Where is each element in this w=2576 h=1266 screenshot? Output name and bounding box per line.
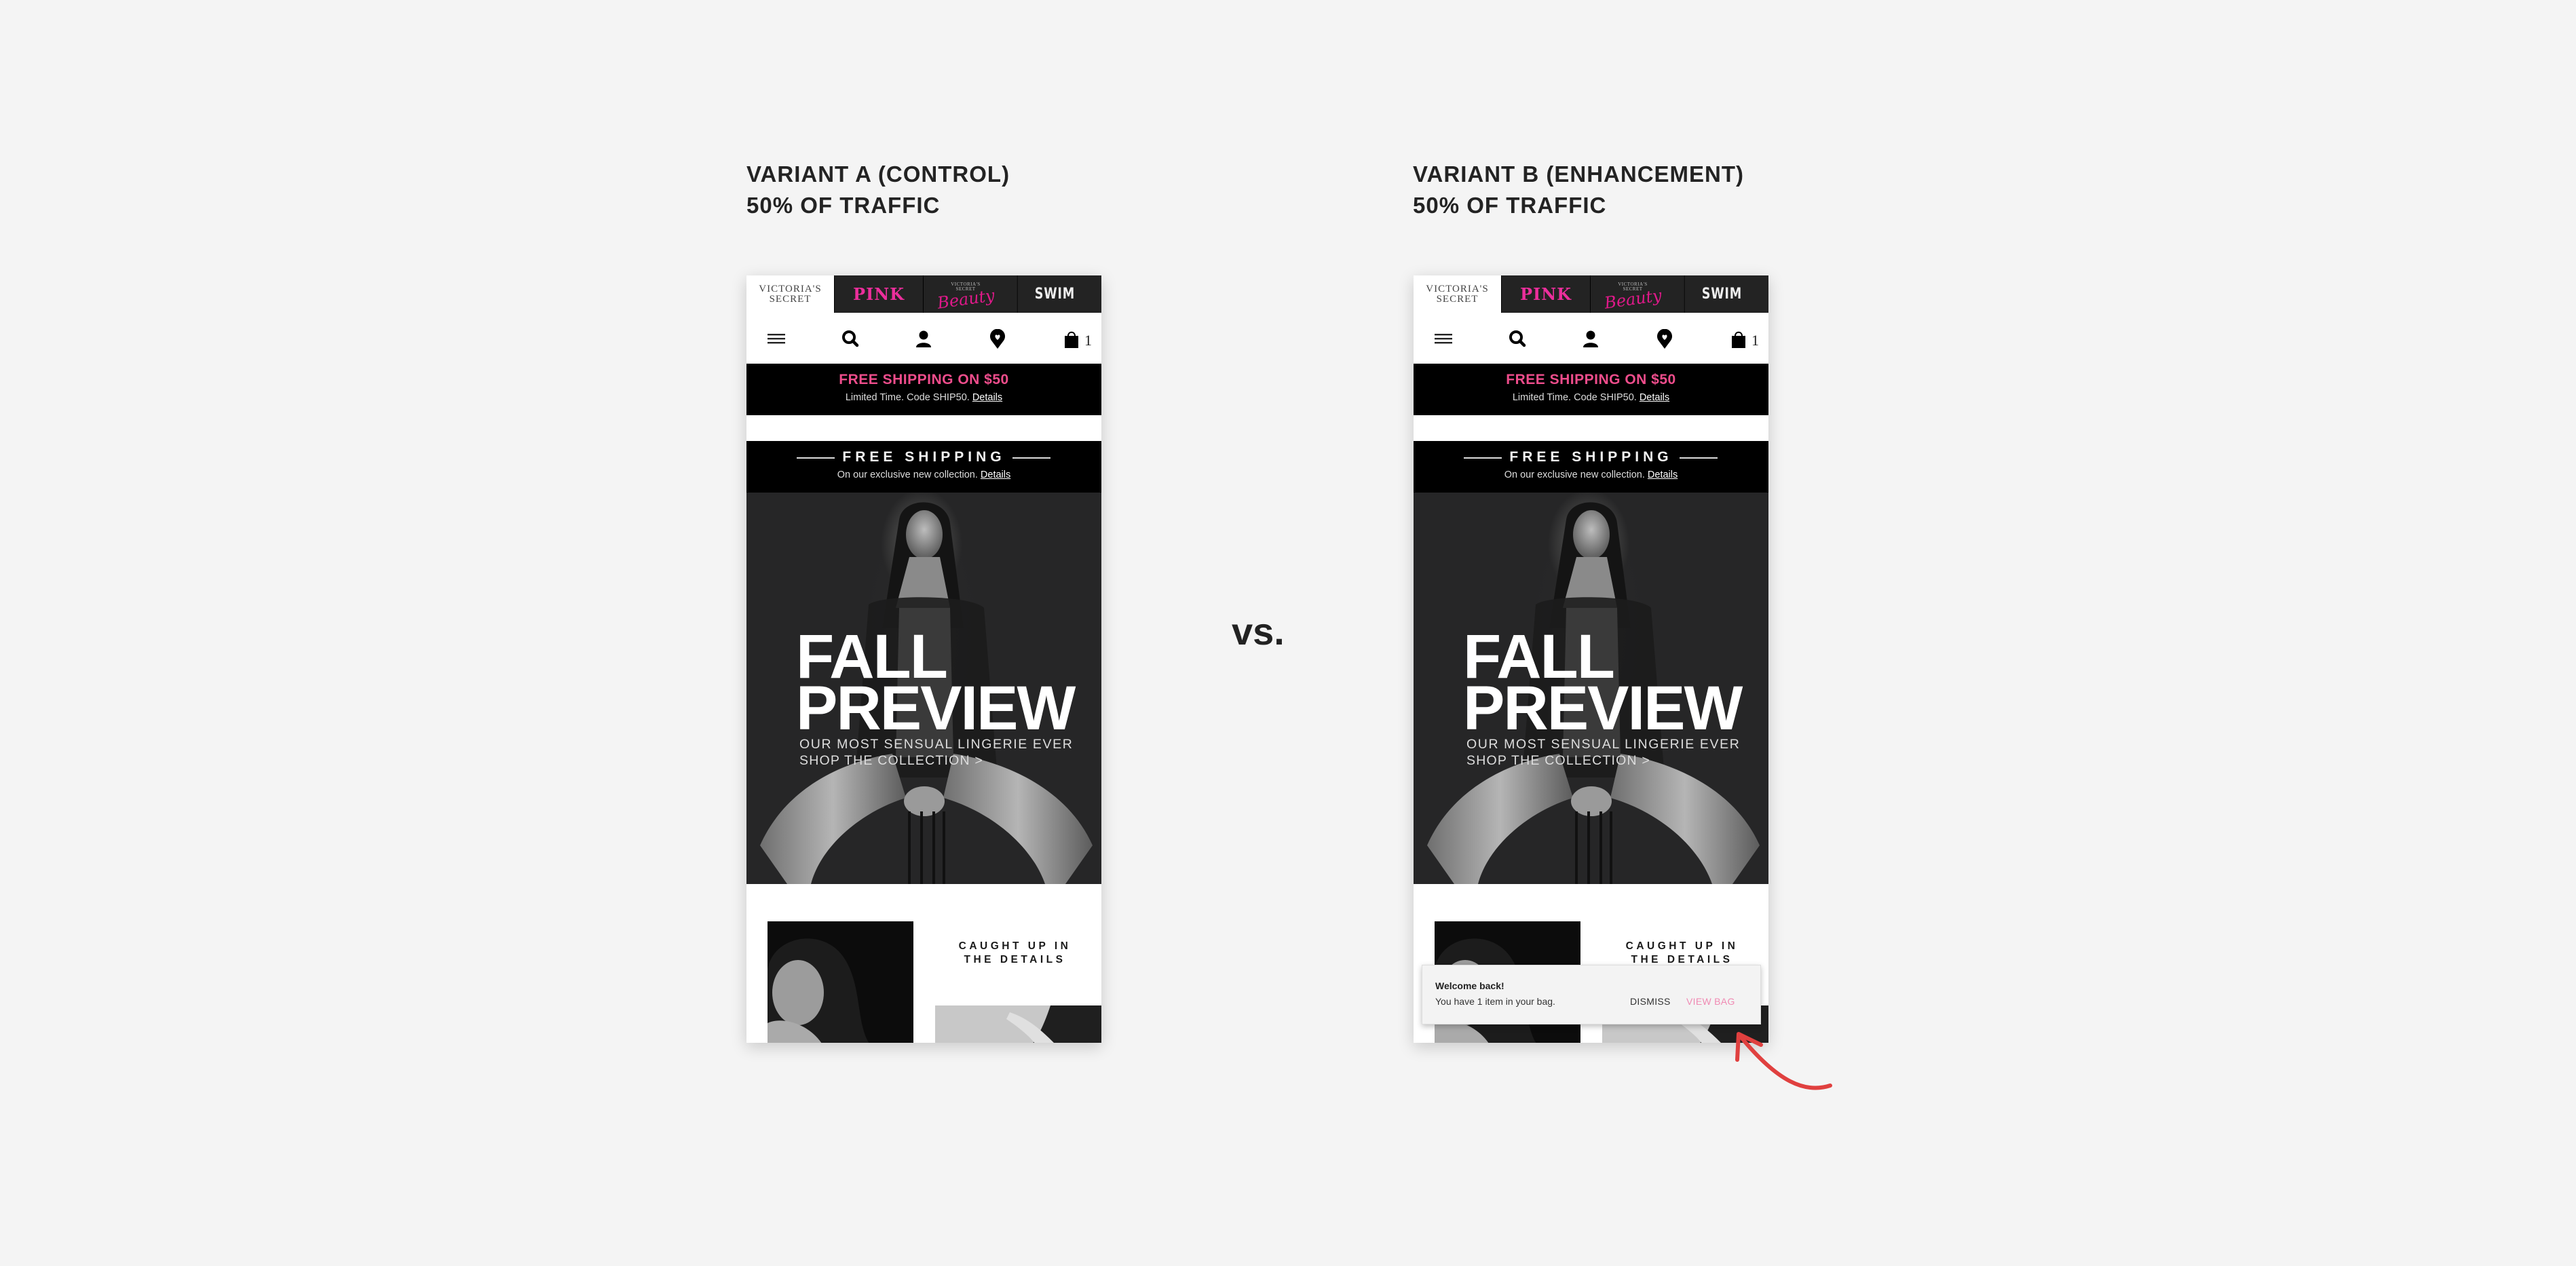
- store-locator-icon[interactable]: [1654, 329, 1675, 349]
- toast-message: You have 1 item in your bag.: [1435, 996, 1555, 1007]
- variant-b-phone-mockup: VICTORIA'S SECRET PINK VICTORIA'S SECRET…: [1414, 275, 1768, 1043]
- variant-b-title: VARIANT B (ENHANCEMENT): [1413, 161, 1745, 187]
- free-shipping-subtitle: On our exclusive new collection. Details: [1414, 469, 1768, 480]
- promo-banner: FREE SHIPPING ON $50 Limited Time. Code …: [746, 364, 1101, 415]
- promo-subtitle-text: Limited Time. Code SHIP50.: [1512, 392, 1637, 403]
- brand-tab-swim[interactable]: SWIM: [1017, 275, 1092, 313]
- hero-banner[interactable]: FALL PREVIEW OUR MOST SENSUAL LINGERIE E…: [1414, 493, 1768, 884]
- section-heading: CAUGHT UP IN THE DETAILS: [928, 940, 1101, 967]
- hamburger-menu-icon[interactable]: [1433, 329, 1454, 349]
- promo-details-link[interactable]: Details: [972, 392, 1002, 403]
- bag-count: 1: [1084, 332, 1092, 349]
- brand-beauty-script: Beauty: [936, 285, 996, 313]
- variant-b-header: VARIANT B (ENHANCEMENT) 50% OF TRAFFIC: [1413, 159, 1744, 221]
- divider-right: [1680, 457, 1718, 459]
- portrait-photo: [768, 938, 869, 1043]
- store-locator-icon[interactable]: [987, 329, 1008, 349]
- shop-collection-link[interactable]: SHOP THE COLLECTION >: [799, 753, 983, 769]
- detail-photo: [935, 1005, 1054, 1043]
- account-icon[interactable]: [1580, 329, 1601, 349]
- spacer: [1414, 415, 1768, 441]
- brand-tab-victorias-secret[interactable]: VICTORIA'S SECRET: [1414, 275, 1501, 313]
- shopping-bag-icon[interactable]: [1061, 329, 1082, 349]
- promo-subtitle: Limited Time. Code SHIP50. Details: [746, 392, 1101, 403]
- hero-title-line2: PREVIEW: [796, 674, 1076, 743]
- variant-a-header: VARIANT A (CONTROL) 50% OF TRAFFIC: [746, 159, 1010, 221]
- free-shipping-subtitle-text: On our exclusive new collection.: [837, 469, 978, 480]
- hero-subtitle: OUR MOST SENSUAL LINGERIE EVER: [1466, 737, 1741, 752]
- brand-tab-swim[interactable]: SWIM: [1684, 275, 1759, 313]
- brand-tab-beauty[interactable]: VICTORIA'S SECRET Beauty: [923, 275, 1008, 313]
- hero-subtitle: OUR MOST SENSUAL LINGERIE EVER: [799, 737, 1074, 752]
- toast-title: Welcome back!: [1435, 980, 1504, 991]
- bag-count: 1: [1751, 332, 1759, 349]
- brand-vs-line1: VICTORIA'S: [759, 283, 822, 294]
- section-heading-line2: THE DETAILS: [964, 954, 1066, 965]
- toast-dismiss-button[interactable]: DISMISS: [1630, 996, 1671, 1007]
- divider-right: [1012, 457, 1050, 459]
- variant-a-traffic: 50% OF TRAFFIC: [746, 193, 941, 218]
- shopping-bag-icon[interactable]: [1728, 329, 1749, 349]
- promo-details-link[interactable]: Details: [1640, 392, 1669, 403]
- account-icon[interactable]: [913, 329, 934, 349]
- toast-view-bag-button[interactable]: VIEW BAG: [1686, 996, 1735, 1007]
- search-icon[interactable]: [840, 329, 860, 349]
- vs-label: vs.: [1232, 610, 1285, 653]
- hero-title-line2: PREVIEW: [1463, 674, 1743, 743]
- free-shipping-details-link[interactable]: Details: [1648, 469, 1678, 480]
- free-shipping-details-link[interactable]: Details: [981, 469, 1010, 480]
- section-heading: CAUGHT UP IN THE DETAILS: [1595, 940, 1768, 967]
- brand-swim-label: SWIM: [1034, 286, 1076, 303]
- brand-tab-pink[interactable]: PINK: [834, 275, 923, 313]
- promo-banner: FREE SHIPPING ON $50 Limited Time. Code …: [1414, 364, 1768, 415]
- brand-vs-line1: VICTORIA'S: [1426, 283, 1489, 294]
- variant-b-traffic: 50% OF TRAFFIC: [1413, 193, 1607, 218]
- brand-tab-beauty[interactable]: VICTORIA'S SECRET Beauty: [1590, 275, 1675, 313]
- brand-vs-line2: SECRET: [769, 293, 812, 305]
- hamburger-menu-icon[interactable]: [766, 329, 787, 349]
- search-icon[interactable]: [1507, 329, 1528, 349]
- variant-a-phone-mockup: VICTORIA'S SECRET PINK VICTORIA'S SECRET…: [746, 275, 1101, 1043]
- hero-banner[interactable]: FALL PREVIEW OUR MOST SENSUAL LINGERIE E…: [746, 493, 1101, 884]
- brand-swim-label: SWIM: [1701, 286, 1743, 303]
- free-shipping-subtitle-text: On our exclusive new collection.: [1504, 469, 1645, 480]
- promo-title: FREE SHIPPING ON $50: [1506, 372, 1676, 387]
- brand-tab-pink[interactable]: PINK: [1501, 275, 1590, 313]
- welcome-back-toast: Welcome back! You have 1 item in your ba…: [1422, 965, 1761, 1024]
- spacer: [746, 415, 1101, 441]
- promo-subtitle: Limited Time. Code SHIP50. Details: [1414, 392, 1768, 403]
- section-heading-line1: CAUGHT UP IN: [958, 940, 1072, 952]
- brand-vs-line2: SECRET: [1436, 293, 1479, 305]
- shop-collection-link[interactable]: SHOP THE COLLECTION >: [1466, 753, 1650, 769]
- nav-row: 1: [746, 313, 1101, 364]
- nav-row: 1: [1414, 313, 1768, 364]
- brand-pink-label: PINK: [1519, 284, 1572, 304]
- free-shipping-banner: FREE SHIPPING On our exclusive new colle…: [1414, 441, 1768, 493]
- brand-bar: VICTORIA'S SECRET PINK VICTORIA'S SECRET…: [1414, 275, 1768, 313]
- brand-pink-label: PINK: [852, 284, 905, 304]
- brand-bar: VICTORIA'S SECRET PINK VICTORIA'S SECRET…: [746, 275, 1101, 313]
- promo-subtitle-text: Limited Time. Code SHIP50.: [845, 392, 970, 403]
- free-shipping-banner: FREE SHIPPING On our exclusive new colle…: [746, 441, 1101, 493]
- detail-image[interactable]: [935, 1005, 1101, 1043]
- hero-title: FALL PREVIEW: [1463, 626, 1743, 743]
- free-shipping-subtitle: On our exclusive new collection. Details: [746, 469, 1101, 480]
- brand-tab-victorias-secret[interactable]: VICTORIA'S SECRET: [746, 275, 834, 313]
- variant-a-title: VARIANT A (CONTROL): [746, 161, 1010, 187]
- section-heading-line1: CAUGHT UP IN: [1625, 940, 1739, 952]
- portrait-image[interactable]: [768, 921, 913, 1043]
- brand-beauty-script: Beauty: [1603, 285, 1663, 313]
- details-section: CAUGHT UP IN THE DETAILS: [746, 884, 1101, 1043]
- annotation-arrow-icon: [1735, 1032, 1832, 1090]
- promo-title: FREE SHIPPING ON $50: [839, 372, 1009, 387]
- hero-title: FALL PREVIEW: [796, 626, 1076, 743]
